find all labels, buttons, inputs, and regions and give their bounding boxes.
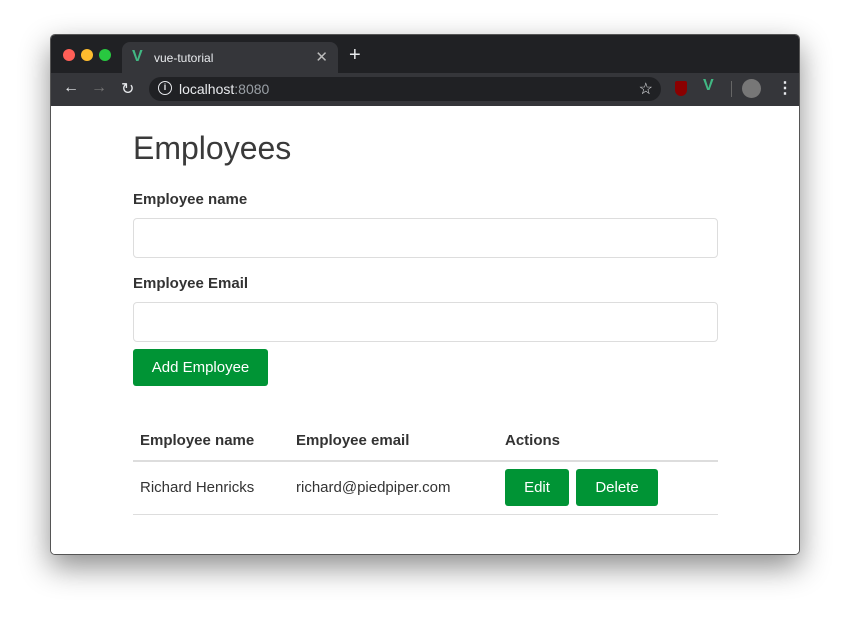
add-employee-button[interactable]: Add Employee: [133, 349, 268, 386]
edit-button[interactable]: Edit: [505, 469, 569, 506]
browser-window: V vue-tutorial ✕ + ← → ↻ i localhost:808…: [50, 34, 800, 555]
employee-email-cell: richard@piedpiper.com: [296, 479, 451, 496]
profile-avatar[interactable]: [742, 79, 761, 98]
employee-email-input[interactable]: [133, 302, 718, 342]
employee-name-input[interactable]: [133, 218, 718, 258]
employee-email-label: Employee Email: [133, 275, 249, 292]
tab-title: vue-tutorial: [154, 51, 214, 65]
page-title: Employees: [133, 130, 292, 166]
close-window-button[interactable]: [63, 49, 75, 61]
vue-devtools-icon[interactable]: V: [703, 77, 714, 95]
info-icon[interactable]: i: [158, 81, 172, 95]
delete-button[interactable]: Delete: [576, 469, 658, 506]
toolbar-divider: [731, 81, 732, 97]
reload-icon[interactable]: ↻: [121, 79, 134, 99]
address-bar[interactable]: i localhost:8080 ☆: [149, 77, 661, 101]
browser-toolbar: ← → ↻ i localhost:8080 ☆ V ⋮: [51, 73, 799, 106]
browser-tab[interactable]: V vue-tutorial ✕: [122, 42, 338, 73]
url-host: localhost: [179, 81, 235, 97]
row-divider: [133, 514, 718, 515]
vue-favicon-icon: V: [132, 48, 143, 65]
new-tab-icon[interactable]: +: [349, 44, 361, 67]
header-employee-email: Employee email: [296, 432, 410, 449]
header-actions: Actions: [505, 432, 561, 449]
header-employee-name: Employee name: [140, 432, 255, 449]
url-port: :8080: [234, 81, 270, 97]
ublock-extension-icon[interactable]: [675, 81, 687, 96]
menu-icon[interactable]: ⋮: [777, 78, 793, 98]
minimize-window-button[interactable]: [81, 49, 93, 61]
tab-bar: V vue-tutorial ✕ +: [51, 35, 799, 73]
bookmark-star-icon[interactable]: ☆: [639, 79, 653, 99]
back-icon[interactable]: ←: [63, 79, 79, 97]
employee-name-label: Employee name: [133, 191, 248, 208]
forward-icon[interactable]: →: [91, 79, 107, 97]
header-divider: [133, 460, 718, 462]
page-content: Employees Employee name Employee Email A…: [51, 106, 799, 554]
close-tab-icon[interactable]: ✕: [315, 48, 328, 66]
maximize-window-button[interactable]: [99, 49, 111, 61]
employee-name-cell: Richard Henricks: [140, 479, 255, 496]
